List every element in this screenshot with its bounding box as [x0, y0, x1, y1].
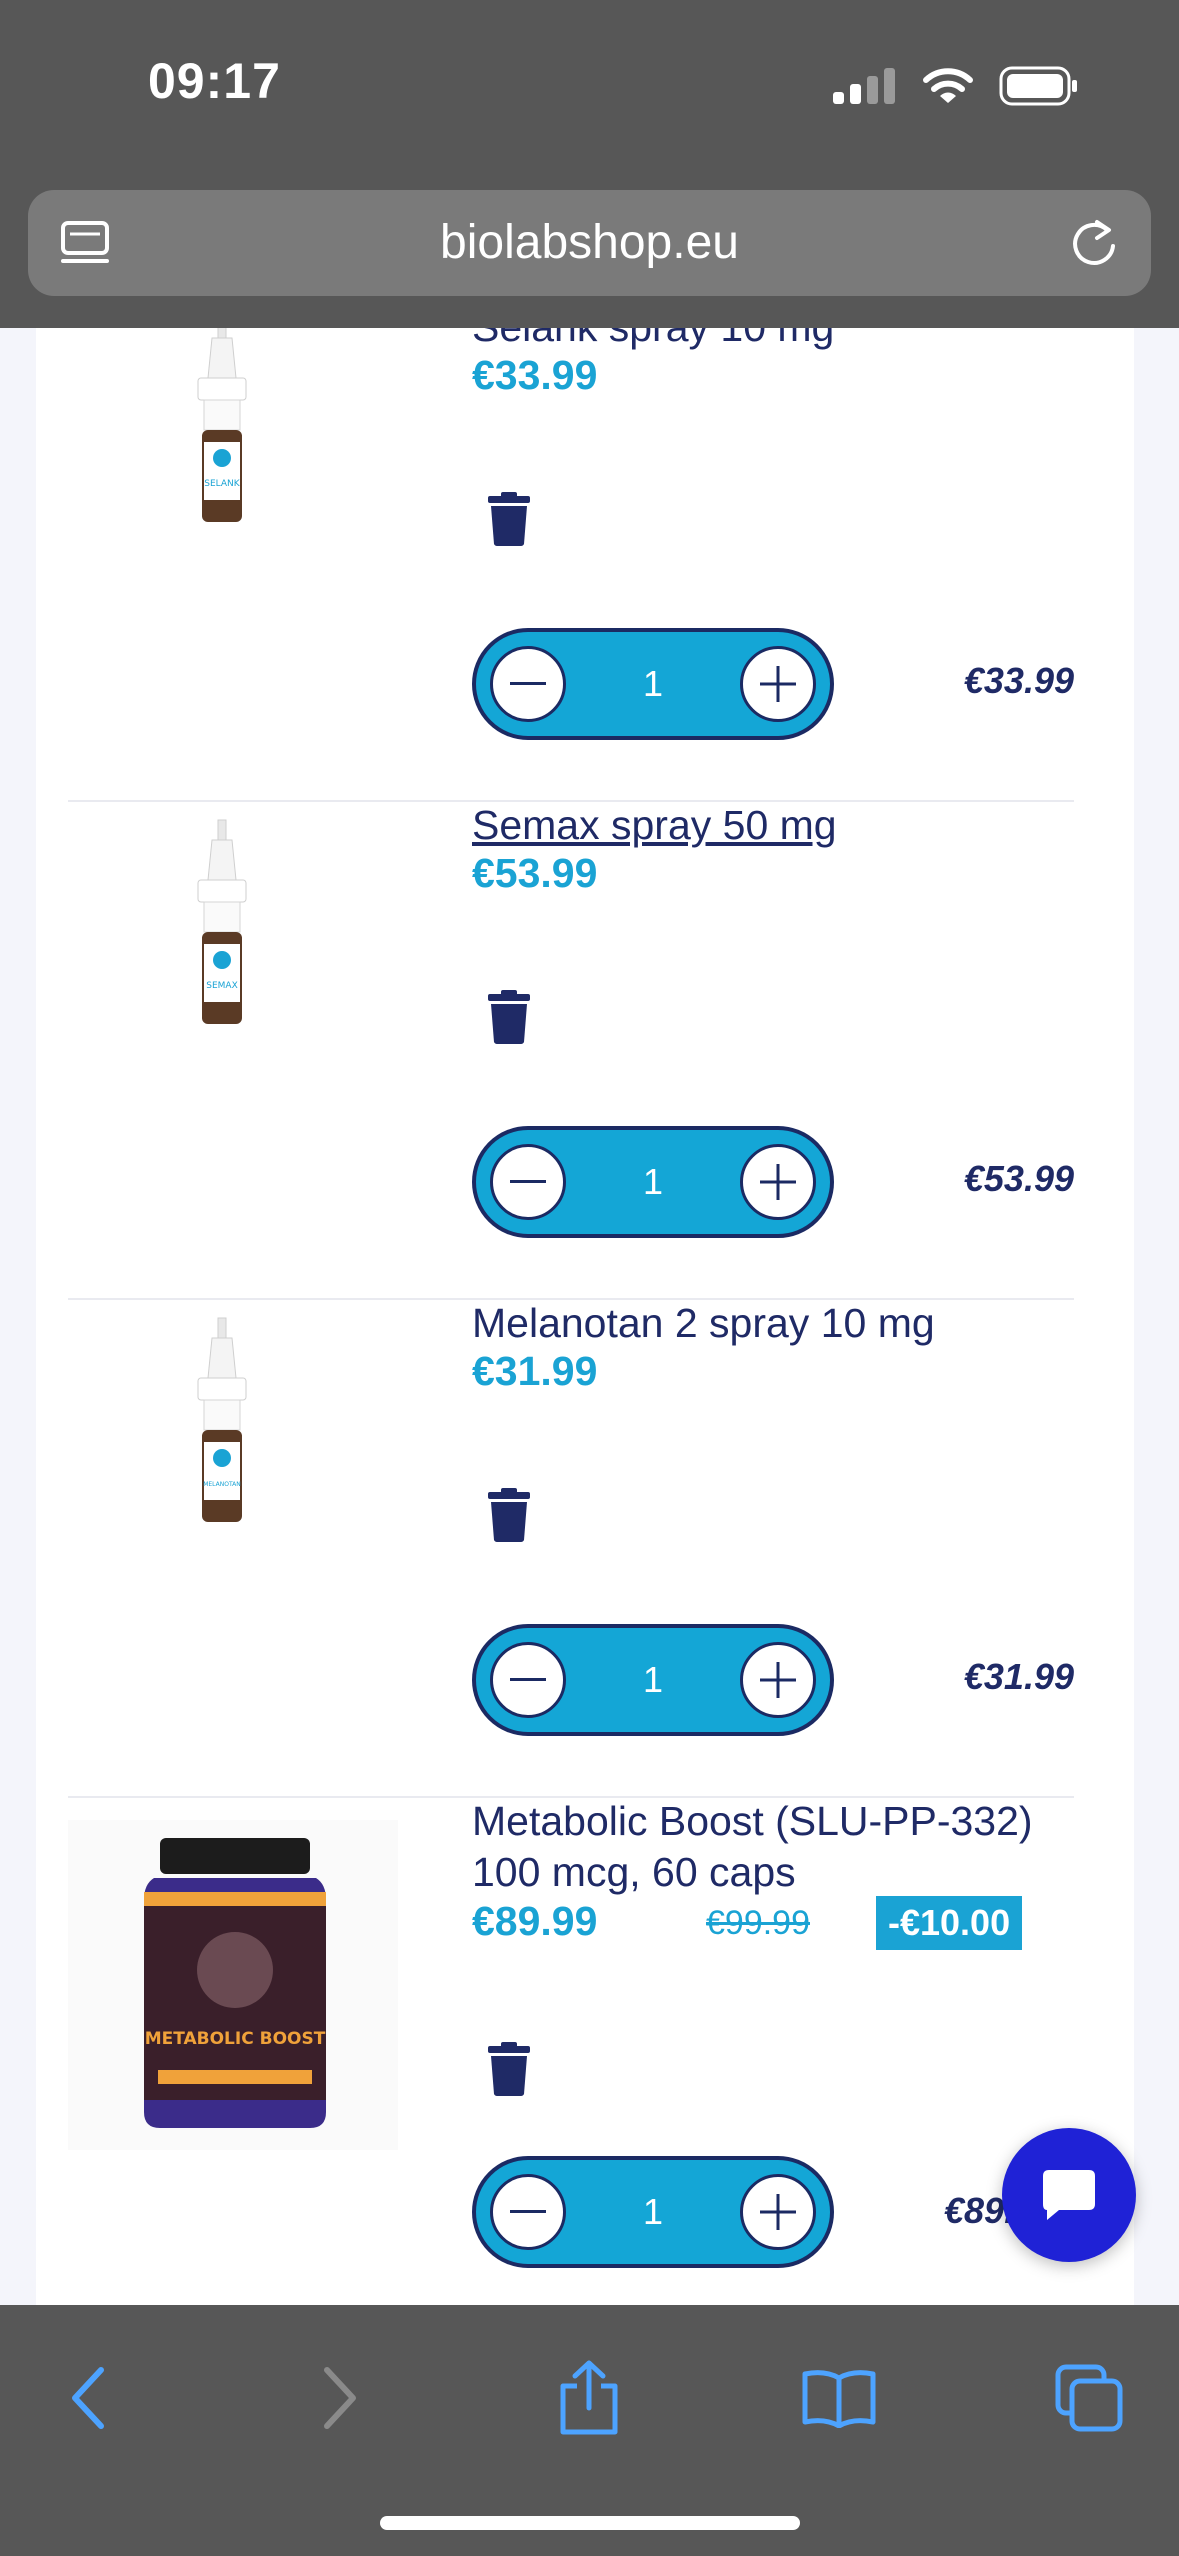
minus-icon	[510, 2210, 546, 2213]
increase-button[interactable]	[740, 1144, 816, 1220]
product-price: €89.99	[472, 1898, 598, 1944]
cart-item: SELANK Selank spray 10 mg €33.99 1 €33.9…	[68, 328, 1074, 802]
status-icons	[833, 64, 1079, 108]
trash-icon[interactable]	[488, 492, 530, 546]
quantity-value[interactable]: 1	[576, 632, 730, 736]
bottle-label-text: SELANK	[204, 479, 241, 489]
quantity-value[interactable]: 1	[576, 2160, 730, 2264]
product-name[interactable]: Melanotan 2 spray 10 mg	[472, 1298, 1052, 1349]
tabs-overview-icon	[1055, 2364, 1123, 2432]
cart-item: METABOLIC BOOST Metabolic Boost (SLU-PP-…	[68, 1796, 1074, 2305]
decrease-button[interactable]	[490, 1642, 566, 1718]
back-icon	[72, 2367, 104, 2429]
signal-icon	[833, 68, 895, 104]
status-time: 09:17	[148, 53, 281, 109]
forward-button[interactable]	[296, 2353, 386, 2443]
decrease-button[interactable]	[490, 1144, 566, 1220]
cart-item: SEMAX Semax spray 50 mg €53.99 1 €53.99	[68, 800, 1074, 1300]
page-content: SELANK Selank spray 10 mg €33.99 1 €33.9…	[0, 328, 1179, 2305]
quantity-value[interactable]: 1	[576, 1628, 730, 1732]
increase-button[interactable]	[740, 1642, 816, 1718]
trash-icon[interactable]	[488, 2042, 530, 2096]
product-price: €33.99	[472, 352, 598, 398]
bottle-label-text: SEMAX	[206, 981, 238, 991]
line-total: €33.99	[963, 660, 1074, 701]
wifi-icon	[923, 68, 973, 103]
line-total: €31.99	[963, 1656, 1074, 1697]
browser-top-bar: 09:17 biolabshop.eu	[0, 0, 1179, 328]
share-button[interactable]	[544, 2353, 634, 2443]
chat-icon	[1043, 2170, 1095, 2220]
address-bar[interactable]: biolabshop.eu	[28, 190, 1151, 296]
product-name[interactable]: Metabolic Boost (SLU-PP-332) 100 mcg, 60…	[472, 1796, 1052, 1898]
plus-icon	[760, 1164, 796, 1200]
back-button[interactable]	[42, 2353, 132, 2443]
quantity-stepper: 1	[472, 628, 834, 740]
increase-button[interactable]	[740, 2174, 816, 2250]
quantity-stepper: 1	[472, 2156, 834, 2268]
product-name[interactable]: Selank spray 10 mg	[472, 328, 1052, 353]
tabs-overview-button[interactable]	[1044, 2353, 1134, 2443]
jar-label-text: METABOLIC BOOST	[145, 2029, 326, 2049]
minus-icon	[510, 1678, 546, 1681]
bookmarks-icon	[802, 2370, 876, 2428]
cart-item: MELANOTAN Melanotan 2 spray 10 mg €31.99…	[68, 1298, 1074, 1798]
chat-button[interactable]	[1002, 2128, 1136, 2262]
product-price: €53.99	[472, 850, 598, 896]
decrease-button[interactable]	[490, 646, 566, 722]
discount-badge: -€10.00	[876, 1896, 1023, 1950]
url-text[interactable]: biolabshop.eu	[28, 190, 1151, 296]
product-image: SELANK	[197, 328, 247, 522]
trash-icon[interactable]	[488, 990, 530, 1044]
quantity-value[interactable]: 1	[576, 1130, 730, 1234]
bottle-label-text: MELANOTAN	[203, 1481, 241, 1488]
minus-icon	[510, 682, 546, 685]
old-price: €99.99	[706, 1904, 810, 1942]
product-image: SEMAX	[197, 819, 247, 1024]
product-image: MELANOTAN	[197, 1317, 247, 1522]
product-image: METABOLIC BOOST	[68, 1820, 398, 2150]
plus-icon	[760, 2194, 796, 2230]
decrease-button[interactable]	[490, 2174, 566, 2250]
product-name[interactable]: Semax spray 50 mg	[472, 800, 1052, 851]
forward-icon	[324, 2367, 356, 2429]
minus-icon	[510, 1180, 546, 1183]
increase-button[interactable]	[740, 646, 816, 722]
home-indicator	[380, 2516, 800, 2530]
line-total: €53.99	[963, 1158, 1074, 1199]
quantity-stepper: 1	[472, 1624, 834, 1736]
share-icon	[560, 2360, 618, 2435]
battery-icon	[999, 66, 1077, 106]
quantity-stepper: 1	[472, 1126, 834, 1238]
product-price: €31.99	[472, 1348, 598, 1394]
trash-icon[interactable]	[488, 1488, 530, 1542]
bookmarks-button[interactable]	[794, 2353, 884, 2443]
reload-icon[interactable]	[1067, 216, 1121, 270]
plus-icon	[760, 1662, 796, 1698]
plus-icon	[760, 666, 796, 702]
